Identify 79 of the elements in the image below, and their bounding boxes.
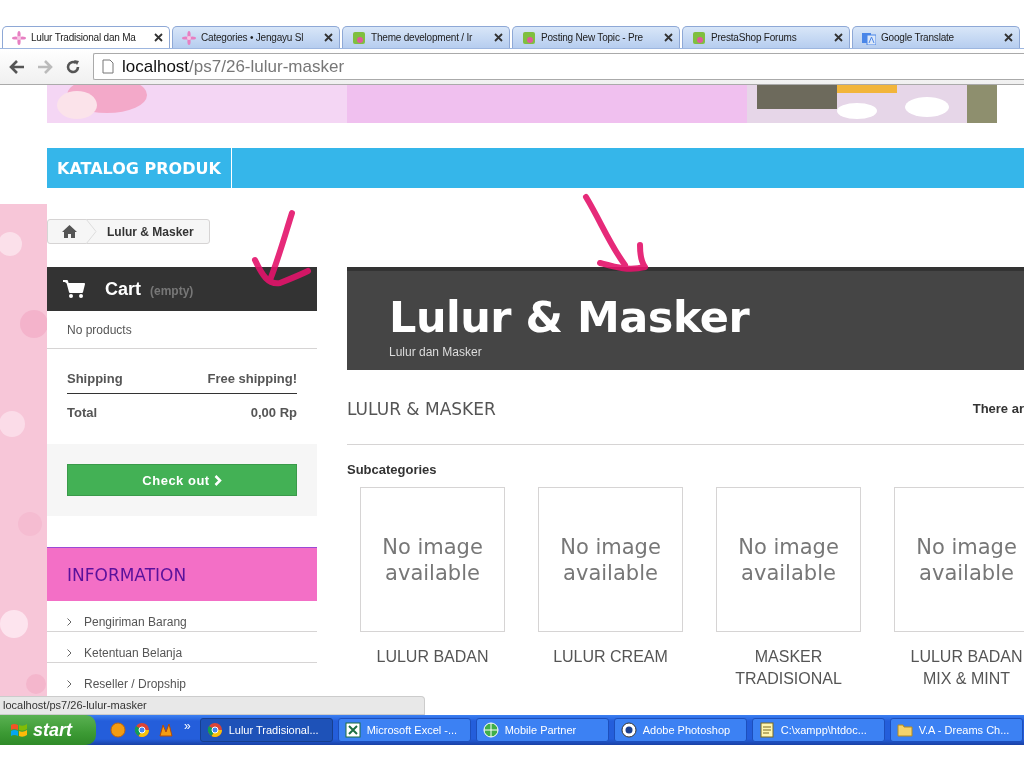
browser-tab[interactable]: Lulur Tradisional dan Ma	[2, 26, 170, 48]
site-icon	[522, 30, 536, 45]
image-placeholder[interactable]: No image available	[360, 487, 505, 632]
tab-title: Lulur Tradisional dan Ma	[31, 32, 137, 43]
browser-icon	[134, 722, 150, 738]
forward-icon	[37, 59, 53, 74]
subcategories-label: Subcategories	[347, 462, 438, 477]
chevron-right-icon	[67, 648, 72, 657]
subcategory-link[interactable]: LULUR BADAN MIX & MINT	[899, 646, 1024, 690]
browser-tab[interactable]: PrestaShop Forums	[682, 26, 850, 48]
chevron-right-icon	[67, 680, 72, 688]
section-header: INFORMATION	[47, 547, 317, 601]
notepad-icon	[758, 722, 775, 738]
cart-value: 0,00 Rp	[250, 405, 297, 420]
chevron-right-icon	[67, 617, 72, 626]
reload-icon	[65, 58, 81, 75]
tab-title: Google Translate	[881, 32, 955, 43]
cart-header[interactable]: Cart (empty)	[47, 267, 317, 311]
cart-label: Total	[67, 405, 98, 420]
flower-icon	[12, 30, 26, 45]
browser-tab[interactable]: Categories • Jengayu Sl	[172, 26, 340, 48]
browser-icon	[206, 722, 223, 738]
close-icon	[494, 33, 503, 42]
cart-title: Cart	[105, 278, 141, 300]
site-icon	[352, 30, 366, 45]
taskbar-button[interactable]: Lulur Tradisional...	[199, 718, 333, 742]
taskbar-button[interactable]: C:\xampp\htdoc...	[751, 718, 885, 742]
status-url: localhost/ps7/26-lulur-masker	[0, 696, 425, 715]
back-icon	[9, 59, 25, 74]
home-icon	[62, 225, 77, 238]
cart-status: (empty)	[150, 283, 194, 298]
breadcrumb-link[interactable]: Lulur & Masker	[105, 224, 194, 239]
taskbar-button[interactable]: V.A - Dreams Ch...	[889, 718, 1023, 742]
address-bar[interactable]: localhost/ps7/26-lulur-masker	[93, 53, 1024, 80]
taskbar-button[interactable]: Microsoft Excel -...	[337, 718, 471, 742]
cart-label: Shipping	[67, 371, 123, 386]
category-title: Lulur & Masker	[389, 292, 751, 342]
close-icon	[1004, 33, 1013, 42]
browser-tab[interactable]: Google Translate	[852, 26, 1020, 48]
information-link[interactable]: Reseller / Dropship	[47, 663, 317, 694]
product-count-text: There ar	[972, 400, 1024, 416]
windows-flag-icon	[10, 722, 28, 738]
site-icon	[692, 30, 706, 45]
cart-icon	[63, 280, 85, 298]
globe-icon	[482, 722, 499, 738]
browser-tab[interactable]: Theme development / Ir	[342, 26, 510, 48]
close-icon	[664, 33, 673, 42]
subcategory-link[interactable]: MASKER TRADISIONAL	[721, 646, 856, 690]
information-link[interactable]: Ketentuan Belanja	[47, 632, 317, 663]
close-icon	[154, 33, 163, 42]
tab-title: PrestaShop Forums	[711, 32, 798, 43]
overflow-chevron[interactable]: »	[184, 719, 191, 733]
information-link[interactable]: Pengiriman Barang	[47, 601, 317, 632]
page-icon	[102, 59, 114, 74]
subcategory-link[interactable]: LULUR CREAM	[543, 646, 678, 668]
ball-icon	[110, 722, 126, 738]
category-description: Lulur dan Masker	[389, 345, 483, 359]
folder-icon	[896, 722, 913, 738]
category-heading: LULUR & MASKER	[347, 399, 496, 419]
taskbar-button[interactable]: Adobe Photoshop	[613, 718, 747, 742]
tab-title: Posting New Topic - Pre	[541, 32, 644, 43]
url-text: localhost/ps7/26-lulur-masker	[122, 56, 345, 77]
flower-icon	[182, 30, 196, 45]
translate-icon	[862, 30, 876, 45]
close-icon	[324, 33, 333, 42]
browser-tab[interactable]: Posting New Topic - Pre	[512, 26, 680, 48]
chevron-right-icon	[213, 474, 222, 486]
tab-title: Categories • Jengayu Sl	[201, 32, 305, 43]
eye-icon	[620, 722, 637, 738]
image-placeholder[interactable]: No image available	[894, 487, 1024, 632]
taskbar-button[interactable]: Mobile Partner	[475, 718, 609, 742]
image-placeholder[interactable]: No image available	[538, 487, 683, 632]
image-placeholder[interactable]: No image available	[716, 487, 861, 632]
cart-value: Free shipping!	[207, 371, 297, 386]
tab-title: Theme development / Ir	[371, 32, 474, 43]
close-icon	[834, 33, 843, 42]
subcategory-link[interactable]: LULUR BADAN	[365, 646, 500, 668]
cart-empty-text: No products	[47, 311, 317, 349]
spreadsheet-icon	[344, 722, 361, 738]
